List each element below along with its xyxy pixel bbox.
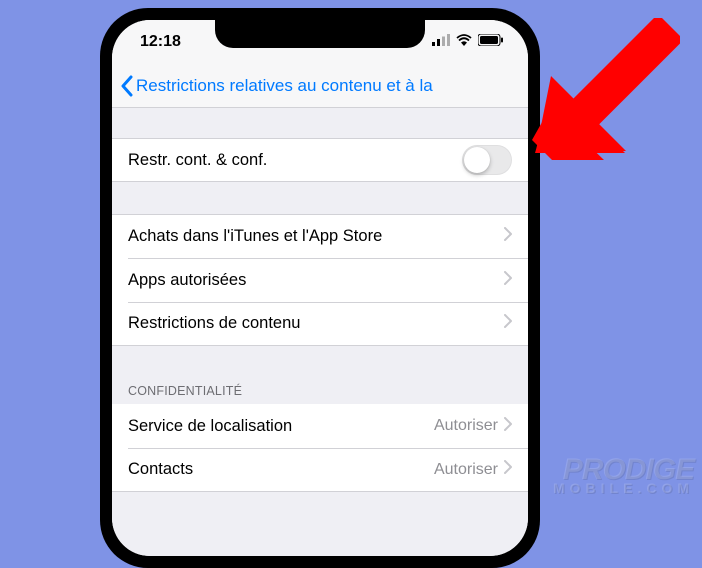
row-label: Apps autorisées — [128, 271, 504, 290]
chevron-right-icon — [504, 227, 512, 246]
chevron-right-icon — [504, 460, 512, 479]
cellular-icon — [432, 33, 450, 51]
row-itunes-purchases[interactable]: Achats dans l'iTunes et l'App Store — [112, 214, 528, 258]
row-allowed-apps[interactable]: Apps autorisées — [112, 258, 528, 302]
row-value: Autoriser — [434, 417, 498, 435]
status-icons — [432, 33, 504, 51]
back-label: Restrictions relatives au contenu et à l… — [136, 76, 433, 96]
group-header: CONFIDENTIALITÉ — [112, 378, 528, 404]
row-contacts[interactable]: Contacts Autoriser — [112, 448, 528, 492]
phone-frame: 12:18 Restrictions relatives au contenu … — [100, 8, 540, 568]
back-button[interactable]: Restrictions relatives au contenu et à l… — [120, 75, 520, 97]
row-label: Contacts — [128, 460, 434, 479]
navigation-bar: Restrictions relatives au contenu et à l… — [112, 64, 528, 108]
row-content-restrictions[interactable]: Restrictions de contenu — [112, 302, 528, 346]
watermark: PRODIGE MOBILE.COM — [553, 459, 694, 494]
row-label: Service de localisation — [128, 417, 434, 436]
chevron-right-icon — [504, 314, 512, 333]
row-label: Achats dans l'iTunes et l'App Store — [128, 227, 504, 246]
row-restrictions-toggle[interactable]: Restr. cont. & conf. — [112, 138, 528, 182]
row-value: Autoriser — [434, 461, 498, 479]
chevron-right-icon — [504, 417, 512, 436]
group-toggle: Restr. cont. & conf. — [112, 138, 528, 182]
row-label: Restr. cont. & conf. — [128, 151, 462, 170]
group-privacy: CONFIDENTIALITÉ Service de localisation … — [112, 378, 528, 492]
toggle-switch[interactable] — [462, 145, 512, 175]
group-restrictions: Achats dans l'iTunes et l'App Store Apps… — [112, 214, 528, 346]
wifi-icon — [456, 33, 472, 51]
row-location-services[interactable]: Service de localisation Autoriser — [112, 404, 528, 448]
status-time: 12:18 — [140, 33, 181, 51]
row-label: Restrictions de contenu — [128, 314, 504, 333]
arrow-annotation — [520, 18, 680, 183]
notch — [215, 20, 425, 48]
toggle-knob — [464, 147, 490, 173]
watermark-line2: MOBILE.COM — [553, 484, 694, 494]
chevron-right-icon — [504, 271, 512, 290]
battery-icon — [478, 33, 504, 51]
settings-content[interactable]: Restr. cont. & conf. Achats dans l'iTune… — [112, 108, 528, 556]
phone-screen: 12:18 Restrictions relatives au contenu … — [112, 20, 528, 556]
chevron-left-icon — [120, 75, 134, 97]
